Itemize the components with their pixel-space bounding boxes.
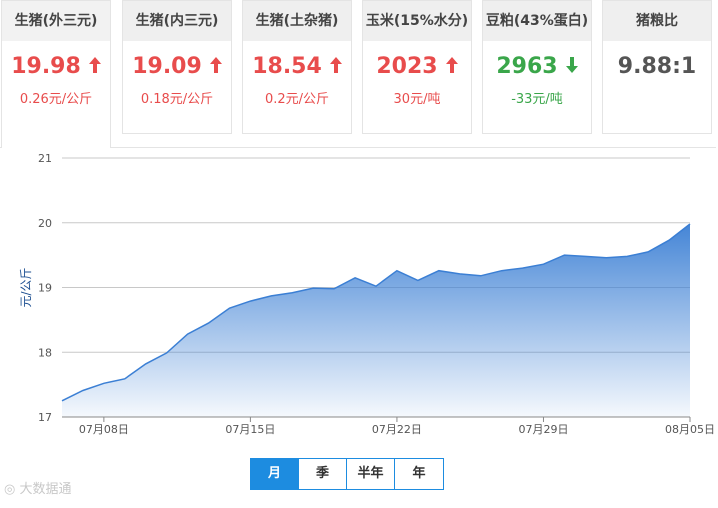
card-value: 19.09 — [123, 52, 231, 82]
card-value-number: 9.88:1 — [617, 54, 697, 79]
y-tick-label: 19 — [38, 282, 52, 295]
card-value: 2963 — [483, 52, 591, 82]
x-tick-label: 07月29日 — [518, 423, 568, 436]
card-title: 玉米(15%水分) — [363, 1, 471, 41]
area-chart: 17 18 19 20 21 元/公斤 07月08日 07月15日 07月22日 07月29日 08… — [19, 152, 715, 436]
y-tick-label: 21 — [38, 152, 52, 165]
tab-month[interactable]: 月 — [251, 459, 299, 489]
card-value-number: 19.09 — [132, 54, 202, 79]
card-title: 猪粮比 — [603, 1, 711, 41]
card-value: 19.98 — [2, 52, 110, 82]
card-change: -33元/吨 — [511, 92, 563, 107]
card-value: 9.88:1 — [603, 52, 711, 82]
price-card-pig-grain-ratio[interactable]: 猪粮比 9.88:1 — [602, 0, 712, 134]
watermark-logo-icon: ◎ — [4, 482, 16, 497]
x-tick-label: 07月22日 — [372, 423, 422, 436]
card-value-number: 2023 — [376, 54, 438, 79]
tab-quarter[interactable]: 季 — [299, 459, 347, 489]
card-title: 生猪(内三元) — [123, 1, 231, 41]
series-area — [62, 224, 690, 417]
card-value-number: 19.98 — [11, 54, 81, 79]
up-arrow-icon — [88, 52, 101, 82]
card-value-number: 18.54 — [252, 54, 322, 79]
x-tick-label: 07月15日 — [225, 423, 275, 436]
card-title: 豆粕(43%蛋白) — [483, 1, 591, 41]
card-value: 2023 — [363, 52, 471, 82]
card-change: 0.26元/公斤 — [19, 92, 93, 107]
price-card-corn[interactable]: 玉米(15%水分) 2023 30元/吨 — [362, 0, 472, 134]
card-change: 30元/吨 — [393, 92, 441, 107]
down-arrow-icon — [565, 52, 578, 82]
x-tick-label: 08月05日 — [665, 423, 715, 436]
price-chart: 17 18 19 20 21 元/公斤 07月08日 07月15日 07月22日 07月29日 08… — [0, 147, 716, 504]
x-tick-label: 07月08日 — [79, 423, 129, 436]
up-arrow-icon — [209, 52, 222, 82]
y-tick-label: 20 — [38, 217, 52, 230]
y-tick-label: 18 — [38, 346, 52, 359]
watermark-text: 大数据通 — [19, 482, 72, 497]
y-tick-label: 17 — [38, 411, 52, 424]
price-card-neisanyuan[interactable]: 生猪(内三元) 19.09 0.18元/公斤 — [122, 0, 232, 134]
card-value-number: 2963 — [496, 54, 558, 79]
price-card-soymeal[interactable]: 豆粕(43%蛋白) 2963 -33元/吨 — [482, 0, 592, 134]
range-tabs: 月 季 半年 年 — [250, 458, 444, 490]
card-change: 0.2元/公斤 — [264, 92, 330, 107]
up-arrow-icon — [329, 52, 342, 82]
card-title: 生猪(土杂猪) — [243, 1, 351, 41]
card-change: 0.18元/公斤 — [140, 92, 214, 107]
watermark: ◎ 大数据通 — [4, 478, 72, 497]
y-axis-label: 元/公斤 — [19, 267, 33, 307]
price-card-waisanyuan[interactable]: 生猪(外三元) 19.98 0.26元/公斤 — [1, 0, 111, 148]
price-card-tuzazhu[interactable]: 生猪(土杂猪) 18.54 0.2元/公斤 — [242, 0, 352, 134]
card-value: 18.54 — [243, 52, 351, 82]
tab-half-year[interactable]: 半年 — [347, 459, 395, 489]
tab-year[interactable]: 年 — [395, 459, 443, 489]
up-arrow-icon — [445, 52, 458, 82]
card-title: 生猪(外三元) — [2, 1, 110, 41]
